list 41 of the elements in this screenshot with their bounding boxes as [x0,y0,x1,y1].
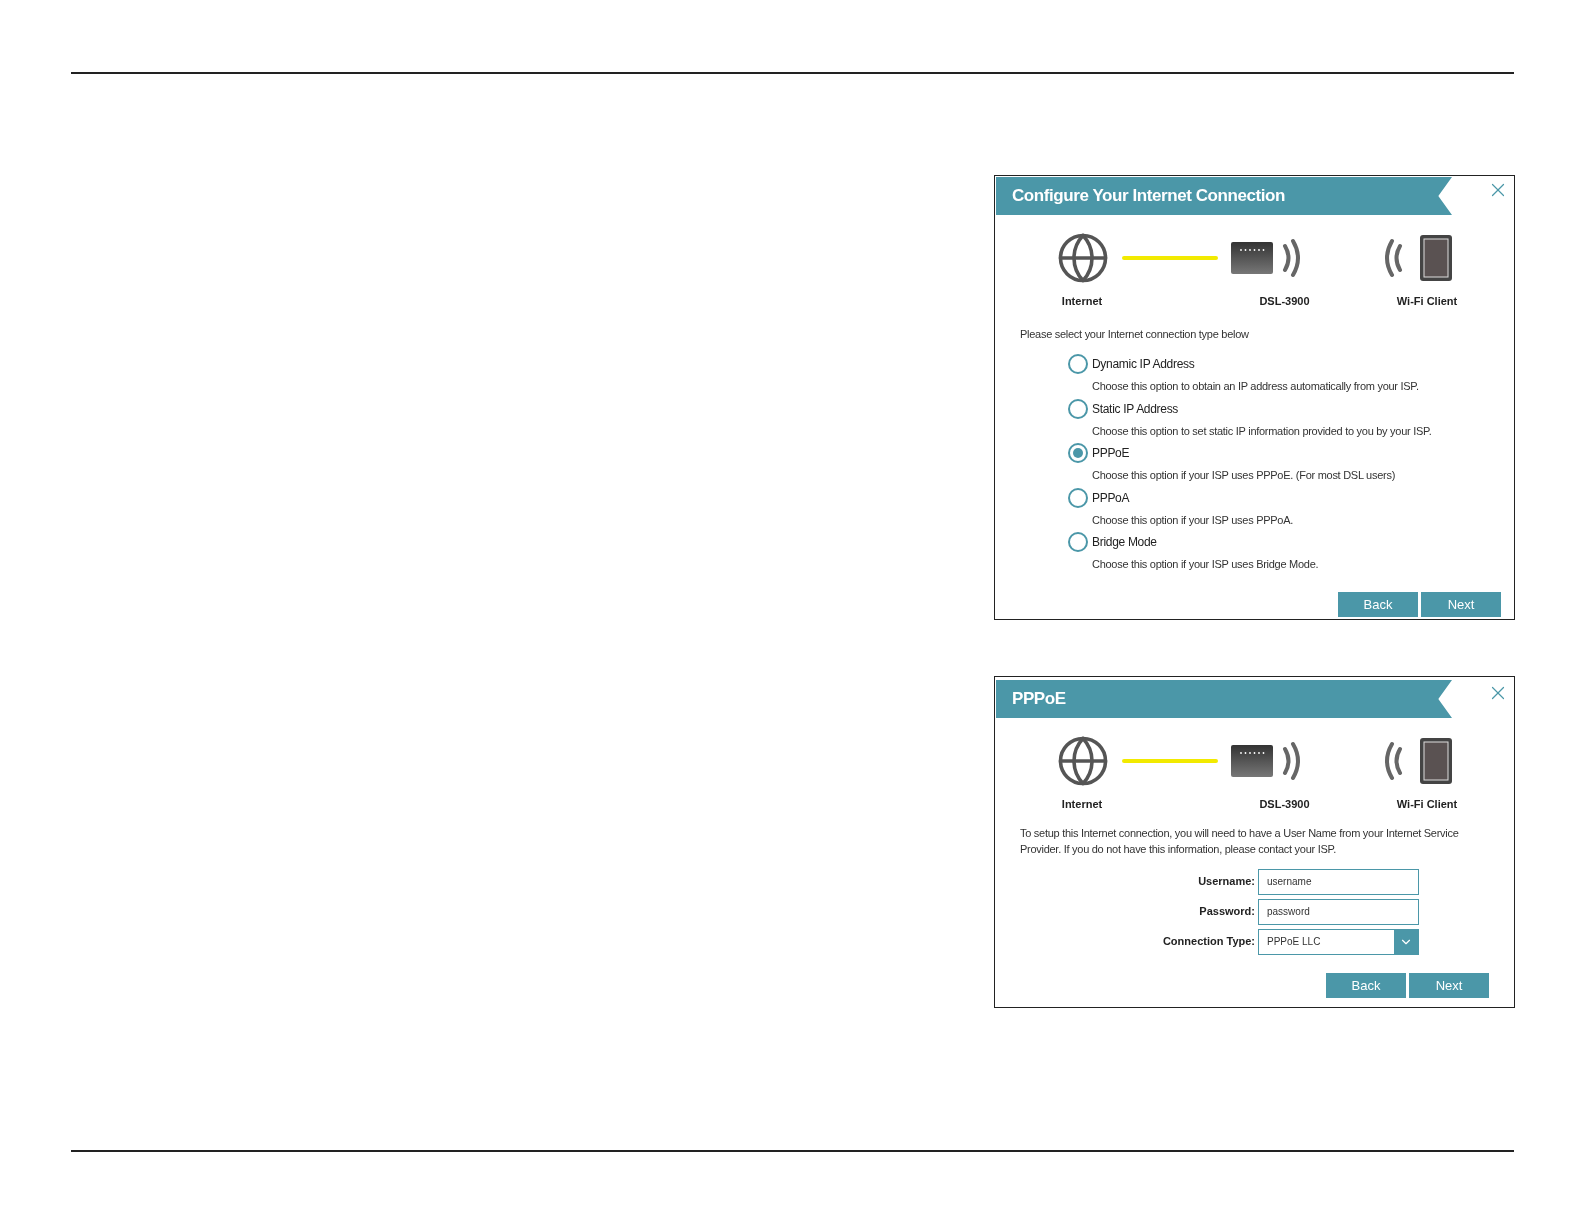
field-label: Password: [1198,904,1256,920]
option-label: Bridge Mode [1092,534,1157,551]
device-label: Wi-Fi Client [1395,797,1459,812]
option-description: Choose this option if your ISP uses PPPoE. (For most DSL users) [1092,468,1397,483]
device-label: Internet [1060,294,1104,309]
tablet-icon [1419,234,1453,282]
option-description: Choose this option to obtain an IP address automatically from your ISP. [1092,379,1420,394]
dialog-title: PPPoE [996,680,1452,718]
router-icon [1230,241,1274,275]
next-button[interactable]: Next [1421,592,1501,617]
dialog-title: Configure Your Internet Connection [996,177,1452,215]
globe-icon [1056,734,1110,788]
next-button[interactable]: Next [1409,973,1489,998]
instruction-text: To setup this Internet connection, you will need to have a User Name from your Internet Service Provider. If you do not have this information, please contact your ISP. [1020,825,1460,857]
device-label: DSL-3900 [1258,797,1311,812]
connection-type-dropdown[interactable]: PPPoE LLC [1258,928,1419,955]
radio-button[interactable] [1068,354,1088,374]
tablet-icon [1419,737,1453,785]
radio-button[interactable] [1068,532,1088,552]
back-button[interactable]: Back [1338,592,1418,617]
instruction-text: Please select your Internet connection type below [1020,326,1250,342]
radio-button[interactable] [1068,398,1088,419]
text-field[interactable]: username [1258,868,1419,895]
option-label: Static IP Address [1092,400,1179,418]
back-button[interactable]: Back [1326,973,1406,998]
radio-button[interactable] [1068,443,1088,463]
radio-button[interactable] [1068,487,1088,508]
field-label: Connection Type: [1161,934,1256,950]
device-label: Internet [1060,797,1104,812]
field-label: Username: [1197,874,1256,890]
globe-icon [1056,231,1110,285]
device-label: DSL-3900 [1258,294,1311,309]
option-description: Choose this option if your ISP uses Bridge Mode. [1092,557,1320,572]
device-label: Wi-Fi Client [1395,294,1459,309]
option-label: PPPoE [1092,445,1130,462]
text-field[interactable]: password [1258,898,1419,925]
router-icon [1230,744,1274,778]
option-description: Choose this option if your ISP uses PPPoA. [1092,512,1295,528]
option-label: PPPoA [1092,489,1130,507]
option-description: Choose this option to set static IP information provided to you by your ISP. [1092,423,1433,439]
option-label: Dynamic IP Address [1092,356,1195,373]
